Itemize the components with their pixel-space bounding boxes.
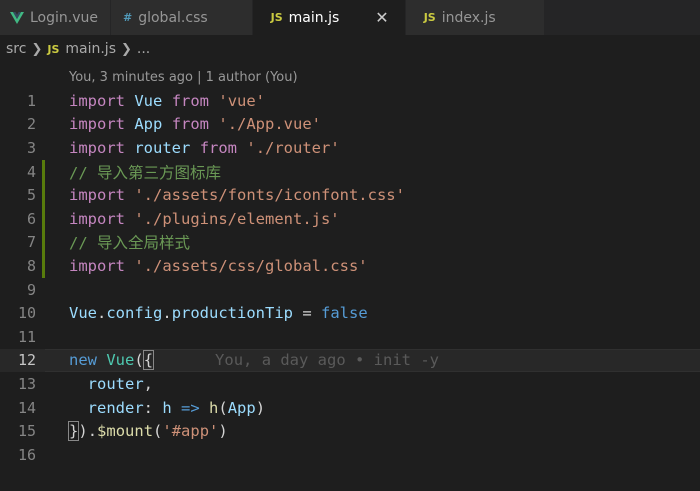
tab-label: index.js — [441, 9, 496, 26]
code-line: 6 import './plugins/element.js' — [0, 206, 700, 231]
line-number: 7 — [26, 233, 36, 252]
line-number: 12 — [17, 351, 36, 370]
chevron-right-icon: ❯ — [121, 41, 132, 57]
tab-index-js[interactable]: JS index.js — [405, 0, 545, 35]
code-lines: 1 import Vue from 'vue' 2 import App fro… — [0, 89, 700, 467]
line-number: 2 — [26, 115, 36, 134]
line-number: 16 — [17, 445, 36, 464]
close-icon[interactable]: ✕ — [375, 8, 388, 27]
tab-global-css[interactable]: # global.css — [111, 0, 253, 35]
tab-main-js[interactable]: JS main.js ✕ — [252, 0, 406, 35]
code-line: 3 import router from './router' — [0, 136, 700, 160]
js-icon: JS — [270, 11, 283, 24]
breadcrumb-file[interactable]: main.js — [65, 41, 116, 57]
code-line: 11 — [0, 325, 700, 349]
code-line: 14 render: h => h(App) — [0, 396, 700, 420]
git-blame-annotation: You, a day ago • init -y — [215, 351, 439, 370]
git-modified-indicator[interactable] — [42, 254, 45, 278]
git-modified-indicator[interactable] — [42, 183, 45, 207]
js-icon: JS — [423, 11, 436, 24]
tab-login-vue[interactable]: Login.vue — [0, 0, 111, 35]
tab-label: Login.vue — [30, 9, 98, 26]
code-line: 1 import Vue from 'vue' — [0, 89, 700, 113]
code-line-current: 12 new Vue({You, a day ago • init -y — [0, 348, 700, 373]
tab-label: global.css — [138, 9, 208, 26]
line-number: 3 — [26, 138, 36, 157]
line-number: 1 — [26, 91, 36, 110]
git-modified-indicator[interactable] — [42, 159, 45, 184]
vue-icon — [10, 11, 24, 24]
line-number: 8 — [26, 256, 36, 275]
line-number: 14 — [17, 398, 36, 417]
chevron-right-icon: ❯ — [31, 41, 43, 57]
code-line: 5 import './assets/fonts/iconfont.css' — [0, 183, 700, 207]
js-icon: JS — [47, 42, 60, 56]
code-line: 15 }).$mount('#app') — [0, 419, 700, 443]
breadcrumb: src ❯ JS main.js ❯ ... — [0, 35, 700, 63]
code-line: 13 router, — [0, 372, 700, 396]
tab-label: main.js — [288, 9, 340, 26]
code-line: 7 // 导入全局样式 — [0, 230, 700, 255]
git-codelens[interactable]: You, 3 minutes ago | 1 author (You) — [69, 70, 298, 85]
line-number: 5 — [26, 186, 36, 205]
line-number: 4 — [26, 162, 36, 181]
git-modified-indicator[interactable] — [42, 206, 45, 231]
line-number: 11 — [17, 327, 36, 346]
code-line: 10 Vue.config.productionTip = false — [0, 301, 700, 325]
code-line: 2 import App from './App.vue' — [0, 113, 700, 137]
code-line: 8 import './assets/css/global.css' — [0, 254, 700, 278]
line-number: 6 — [26, 209, 36, 228]
line-number: 10 — [17, 304, 36, 323]
line-number: 9 — [26, 280, 36, 299]
css-icon: # — [123, 11, 133, 24]
code-line: 9 — [0, 278, 700, 302]
code-line: 16 — [0, 443, 700, 467]
code-line: 4 // 导入第三方图标库 — [0, 159, 700, 184]
breadcrumb-folder[interactable]: src — [6, 41, 26, 57]
line-number: 15 — [17, 422, 36, 441]
line-number: 13 — [17, 374, 36, 393]
tab-bar: Login.vue # global.css JS main.js ✕ JS i… — [0, 0, 700, 35]
breadcrumb-more[interactable]: ... — [137, 41, 150, 57]
git-modified-indicator[interactable] — [42, 230, 45, 255]
